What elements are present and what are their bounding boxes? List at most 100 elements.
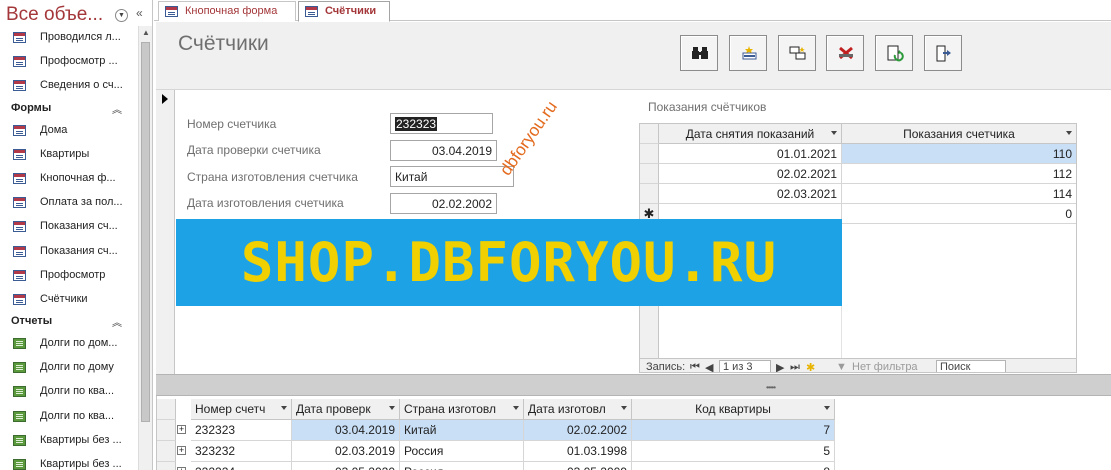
cell-date[interactable]: 01.01.2021: [659, 144, 842, 164]
cell-country[interactable]: Китай: [400, 420, 524, 441]
table-row[interactable]: 02.02.2021 112: [640, 164, 1076, 184]
cell-check-date[interactable]: 02.03.2019: [292, 441, 400, 462]
navigation-pane-title[interactable]: Все объе...: [6, 4, 103, 26]
select-all-corner[interactable]: [157, 399, 176, 420]
table-row[interactable]: 01.01.2021 110: [640, 144, 1076, 164]
column-header-country[interactable]: Страна изготовл: [400, 399, 524, 420]
chevron-down-icon[interactable]: [389, 406, 395, 410]
cell-check-date[interactable]: 03.04.2019: [292, 420, 400, 441]
nav-scrollbar[interactable]: ▲: [138, 26, 152, 470]
cell-reading[interactable]: 112: [842, 164, 1076, 184]
row-selector[interactable]: [640, 184, 659, 204]
new-record-nav-icon[interactable]: ✱: [806, 361, 815, 372]
chevron-down-icon[interactable]: [621, 406, 627, 410]
column-header-make-date[interactable]: Дата изготовл: [524, 399, 632, 420]
table-row[interactable]: + 232323 03.04.2019 Китай 02.02.2002 7: [157, 420, 1111, 441]
search-input[interactable]: Поиск: [936, 360, 1006, 372]
filter-status[interactable]: Нет фильтра: [852, 361, 918, 372]
table-row[interactable]: + 222224 03.05.2020 Россия 03.05.2009 8: [157, 462, 1111, 470]
find-button[interactable]: [680, 35, 718, 71]
last-record-icon[interactable]: ⏭: [790, 361, 800, 372]
number-field[interactable]: 232323: [390, 113, 493, 134]
collapse-pane-icon[interactable]: «: [136, 6, 143, 20]
scroll-up-icon[interactable]: ▲: [142, 28, 150, 37]
cell-number[interactable]: 222224: [191, 462, 292, 470]
expand-plus-icon[interactable]: +: [177, 446, 186, 455]
nav-item[interactable]: Проводился л...: [0, 26, 138, 50]
nav-item-form[interactable]: Профосмотр: [0, 264, 138, 288]
chevron-down-icon[interactable]: [281, 406, 287, 410]
cell-apartment[interactable]: 5: [632, 441, 835, 462]
nav-item-form[interactable]: Счётчики: [0, 288, 138, 312]
delete-record-button[interactable]: [826, 35, 864, 71]
scrollbar-thumb[interactable]: [141, 42, 150, 422]
column-header-apartment[interactable]: Код квартиры: [632, 399, 835, 420]
copy-record-button[interactable]: [778, 35, 816, 71]
nav-item-form[interactable]: Оплата за пол...: [0, 191, 138, 215]
nav-item[interactable]: Сведения о сч...: [0, 74, 138, 98]
cell-make-date[interactable]: 01.03.1998: [524, 441, 632, 462]
check-date-field[interactable]: 03.04.2019: [390, 140, 497, 161]
next-record-icon[interactable]: ▶: [776, 361, 784, 372]
tab-counters[interactable]: Счётчики: [298, 1, 390, 22]
nav-item[interactable]: Профосмотр ...: [0, 50, 138, 74]
column-header-check-date[interactable]: Дата проверк: [292, 399, 400, 420]
table-row[interactable]: + 323232 02.03.2019 Россия 01.03.1998 5: [157, 441, 1111, 462]
refresh-button[interactable]: [875, 35, 913, 71]
nav-item-report[interactable]: Долги по ква...: [0, 380, 138, 404]
nav-group-forms[interactable]: Формы ︽: [0, 99, 138, 119]
row-selector[interactable]: [157, 462, 176, 470]
nav-item-form[interactable]: Кнопочная ф...: [0, 167, 138, 191]
nav-item-report[interactable]: Квартиры без ...: [0, 429, 138, 453]
nav-item-form[interactable]: Показания сч...: [0, 215, 138, 239]
cell-reading[interactable]: 110: [842, 144, 1076, 164]
cell-check-date[interactable]: 03.05.2020: [292, 462, 400, 470]
chevron-down-icon[interactable]: [824, 406, 830, 410]
make-date-field[interactable]: 02.02.2002: [390, 193, 497, 214]
cell-number[interactable]: 232323: [191, 420, 292, 441]
cell-make-date[interactable]: 03.05.2009: [524, 462, 632, 470]
nav-item-form[interactable]: Квартиры: [0, 143, 138, 167]
row-selector[interactable]: [157, 420, 176, 441]
nav-item-form[interactable]: Показания сч...: [0, 240, 138, 264]
nav-item-form[interactable]: Дома: [0, 119, 138, 143]
cell-make-date[interactable]: 02.02.2002: [524, 420, 632, 441]
prev-record-icon[interactable]: ◀: [705, 361, 713, 372]
record-selector[interactable]: [156, 90, 175, 374]
cell-date[interactable]: 02.02.2021: [659, 164, 842, 184]
grip-handle-icon[interactable]: •••••: [766, 383, 776, 392]
cell-country[interactable]: Россия: [400, 462, 524, 470]
cell-reading[interactable]: 114: [842, 184, 1076, 204]
new-record-button[interactable]: [729, 35, 767, 71]
cell-country[interactable]: Россия: [400, 441, 524, 462]
cell-apartment[interactable]: 8: [632, 462, 835, 470]
record-position-field[interactable]: 1 из 3: [719, 360, 771, 372]
chevron-down-icon[interactable]: [831, 131, 837, 135]
select-all-corner[interactable]: [640, 124, 659, 144]
column-header-date[interactable]: Дата снятия показаний: [659, 124, 842, 144]
column-header-number[interactable]: Номер счетч: [191, 399, 292, 420]
nav-item-report[interactable]: Квартиры без ...: [0, 453, 138, 470]
table-row[interactable]: 02.03.2021 114: [640, 184, 1076, 204]
tab-button-form[interactable]: Кнопочная форма: [158, 1, 296, 21]
row-selector[interactable]: [640, 144, 659, 164]
row-selector[interactable]: [157, 441, 176, 462]
cell-number[interactable]: 323232: [191, 441, 292, 462]
split-form-divider[interactable]: •••••: [156, 374, 1111, 396]
cell-apartment[interactable]: 7: [632, 420, 835, 441]
cell-reading[interactable]: 0: [842, 204, 1076, 224]
row-selector[interactable]: [640, 164, 659, 184]
first-record-icon[interactable]: ⏮: [690, 361, 700, 372]
expand-plus-icon[interactable]: +: [177, 425, 186, 434]
chevron-down-icon[interactable]: [513, 406, 519, 410]
nav-item-report[interactable]: Долги по дому: [0, 356, 138, 380]
nav-group-reports[interactable]: Отчеты ︽: [0, 312, 138, 332]
nav-item-report[interactable]: Долги по ква...: [0, 405, 138, 429]
cell-date[interactable]: 02.03.2021: [659, 184, 842, 204]
chevron-down-icon[interactable]: [1066, 131, 1072, 135]
column-header-reading[interactable]: Показания счетчика: [842, 124, 1076, 144]
chevron-down-icon[interactable]: ▼: [115, 9, 128, 22]
country-field[interactable]: Китай: [390, 166, 514, 187]
exit-button[interactable]: [924, 35, 962, 71]
nav-item-report[interactable]: Долги по дом...: [0, 332, 138, 356]
